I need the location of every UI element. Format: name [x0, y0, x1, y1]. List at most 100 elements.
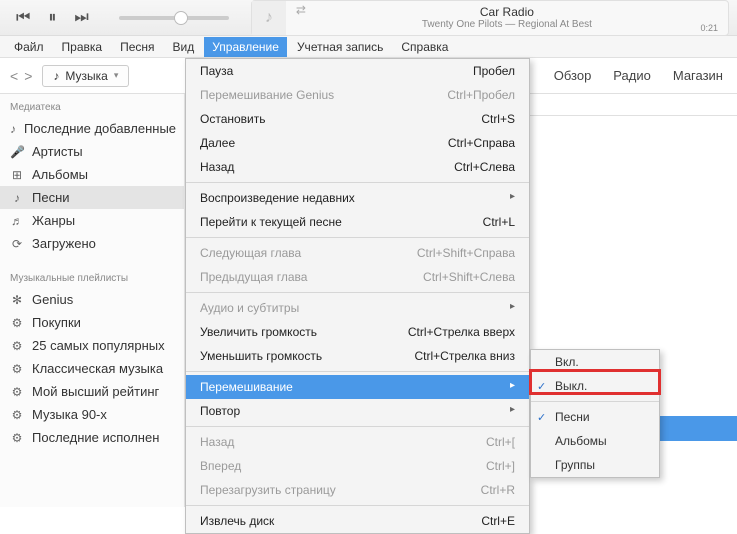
volume-knob[interactable] [174, 11, 188, 25]
sidebar-icon: ⚙ [10, 339, 24, 353]
sidebar-item[interactable]: ♪Последние добавленные [0, 117, 184, 140]
sidebar-item[interactable]: ⚙Классическая музыка [0, 357, 184, 380]
menu-item-label: Перемешивание Genius [200, 88, 334, 102]
submenu-item[interactable]: Альбомы [531, 429, 659, 453]
menu-item: Следующая глава Ctrl+Shift+Справа [186, 241, 529, 265]
shuffle-submenu: Вкл. ✓Выкл. ✓Песни Альбомы Группы [530, 349, 660, 478]
sidebar-icon: ⊞ [10, 168, 24, 182]
sidebar-label: Классическая музыка [32, 361, 163, 376]
library-selector[interactable]: ♪ Музыка ▾ [42, 65, 129, 87]
sidebar-label: Песни [32, 190, 70, 205]
volume-slider[interactable] [119, 16, 229, 20]
menu-item-label: Предыдущая глава [200, 270, 307, 284]
menu-item[interactable]: Остановить Ctrl+S [186, 107, 529, 131]
menu-item[interactable]: Перейти к текущей песнеCtrl+L [186, 210, 529, 234]
sidebar-label: Альбомы [32, 167, 88, 182]
menu-item: Перезагрузить страницу Ctrl+R [186, 478, 529, 502]
sidebar-item[interactable]: ✻Genius [0, 288, 184, 311]
menu-item[interactable]: Назад Ctrl+Слева [186, 155, 529, 179]
sidebar-label: Жанры [32, 213, 75, 228]
menu-item-label: Перейти к текущей песне [200, 215, 342, 229]
menu-shortcut: Ctrl+R [481, 483, 515, 497]
menu-item[interactable]: ПаузаПробел [186, 59, 529, 83]
menu-вид[interactable]: Вид [165, 37, 203, 57]
sidebar-item[interactable]: ⚙ Мой высший рейтинг [0, 380, 184, 403]
sidebar-item[interactable]: ⟳Загружено [0, 232, 184, 255]
menu-shortcut: Ctrl+Shift+Справа [417, 246, 515, 260]
back-button[interactable]: < [10, 68, 18, 84]
sidebar-item[interactable]: 🎤Артисты [0, 140, 184, 163]
menu-item-label: Воспроизведение недавних [200, 191, 355, 205]
sidebar-item[interactable]: ⊞ Альбомы [0, 163, 184, 186]
menu-shortcut: Ctrl+] [486, 459, 515, 473]
sidebar-item[interactable]: ⚙ 25 самых популярных [0, 334, 184, 357]
menu-shortcut: Ctrl+Слева [454, 160, 515, 174]
sidebar-icon: ⟳ [10, 237, 24, 251]
sidebar-section-library: Медиатека [0, 94, 184, 117]
sidebar-label: Мой высший рейтинг [32, 384, 159, 399]
forward-button[interactable]: > [24, 68, 32, 84]
sidebar-label: Музыка 90-х [32, 407, 107, 422]
sidebar-icon: ⚙ [10, 408, 24, 422]
submenu-item[interactable]: Группы [531, 453, 659, 477]
prev-track-button[interactable]: ⏮ [16, 9, 30, 27]
menu-shortcut: Ctrl+Справа [448, 136, 515, 150]
sidebar-icon: ⚙ [10, 385, 24, 399]
sidebar-item[interactable]: ⚙Последние исполнен [0, 426, 184, 449]
menu-item[interactable]: Увеличить громкостьCtrl+Стрелка вверх [186, 320, 529, 344]
menu-item-label: Следующая глава [200, 246, 301, 260]
menu-справка[interactable]: Справка [393, 37, 456, 57]
menu-учетная запись[interactable]: Учетная запись [289, 37, 391, 57]
menu-item-label: Вперед [200, 459, 241, 473]
submenu-label: Вкл. [555, 355, 579, 369]
next-track-button[interactable]: ⏭ [74, 9, 88, 27]
menu-правка[interactable]: Правка [54, 37, 111, 57]
sidebar-item[interactable]: ⚙Покупки [0, 311, 184, 334]
menu-песня[interactable]: Песня [112, 37, 162, 57]
sidebar-icon: ♬ [10, 214, 24, 228]
menu-item[interactable]: Воспроизведение недавних [186, 186, 529, 210]
music-note-icon: ♪ [53, 69, 59, 83]
sidebar-item[interactable]: ⚙ Музыка 90-х [0, 403, 184, 426]
headtab[interactable]: Магазин [673, 68, 723, 83]
sidebar-label: 25 самых популярных [32, 338, 165, 353]
sidebar-icon: ⚙ [10, 431, 24, 445]
check-icon: ✓ [537, 380, 546, 393]
submenu-item[interactable]: ✓Выкл. [531, 374, 659, 398]
pause-button[interactable]: ⏸ [48, 9, 56, 27]
menu-shortcut: Ctrl+S [481, 112, 515, 126]
control-menu-dropdown: ПаузаПробел Перемешивание Genius Ctrl+Проб… [185, 58, 530, 534]
submenu-label: Альбомы [555, 434, 607, 448]
shuffle-icon[interactable]: ⇄ [296, 3, 306, 17]
playback-toolbar: ⏮ ⏸ ⏭ ♪ ⇄ Car Radio Twenty One Pilots — … [0, 0, 737, 36]
menu-item-label: Остановить [200, 112, 266, 126]
menu-item[interactable]: Повтор [186, 399, 529, 423]
menu-shortcut: Ctrl+Стрелка вниз [414, 349, 515, 363]
submenu-label: Группы [555, 458, 595, 472]
headtab[interactable]: Обзор [554, 68, 592, 83]
menu-item-label: Назад [200, 160, 234, 174]
submenu-item[interactable]: Вкл. [531, 350, 659, 374]
menu-item: Аудио и субтитры [186, 296, 529, 320]
menu-item-label: Перезагрузить страницу [200, 483, 336, 497]
sidebar-label: Артисты [32, 144, 83, 159]
sidebar-item[interactable]: ♪Песни [0, 186, 184, 209]
menu-item[interactable]: Перемешивание [186, 375, 529, 399]
sidebar-section-playlists: Музыкальные плейлисты [0, 265, 184, 288]
track-title: Car Radio [286, 5, 728, 19]
menu-item[interactable]: ДалееCtrl+Справа [186, 131, 529, 155]
menu-управление[interactable]: Управление [204, 37, 287, 57]
menu-файл[interactable]: Файл [6, 37, 52, 57]
menu-shortcut: Ctrl+Пробел [447, 88, 515, 102]
menu-item[interactable]: Извлечь дискCtrl+E [186, 509, 529, 533]
menu-shortcut: Ctrl+Стрелка вверх [408, 325, 515, 339]
sidebar: Медиатека ♪Последние добавленные🎤Артисты… [0, 94, 185, 507]
headtab[interactable]: Радио [613, 68, 651, 83]
submenu-item[interactable]: ✓Песни [531, 405, 659, 429]
sidebar-item[interactable]: ♬ Жанры [0, 209, 184, 232]
check-icon: ✓ [537, 411, 546, 424]
menu-item-label: Повтор [200, 404, 240, 418]
menu-item[interactable]: Уменьшить громкостьCtrl+Стрелка вниз [186, 344, 529, 368]
menu-item-label: Назад [200, 435, 234, 449]
menu-shortcut: Ctrl+Shift+Слева [423, 270, 515, 284]
